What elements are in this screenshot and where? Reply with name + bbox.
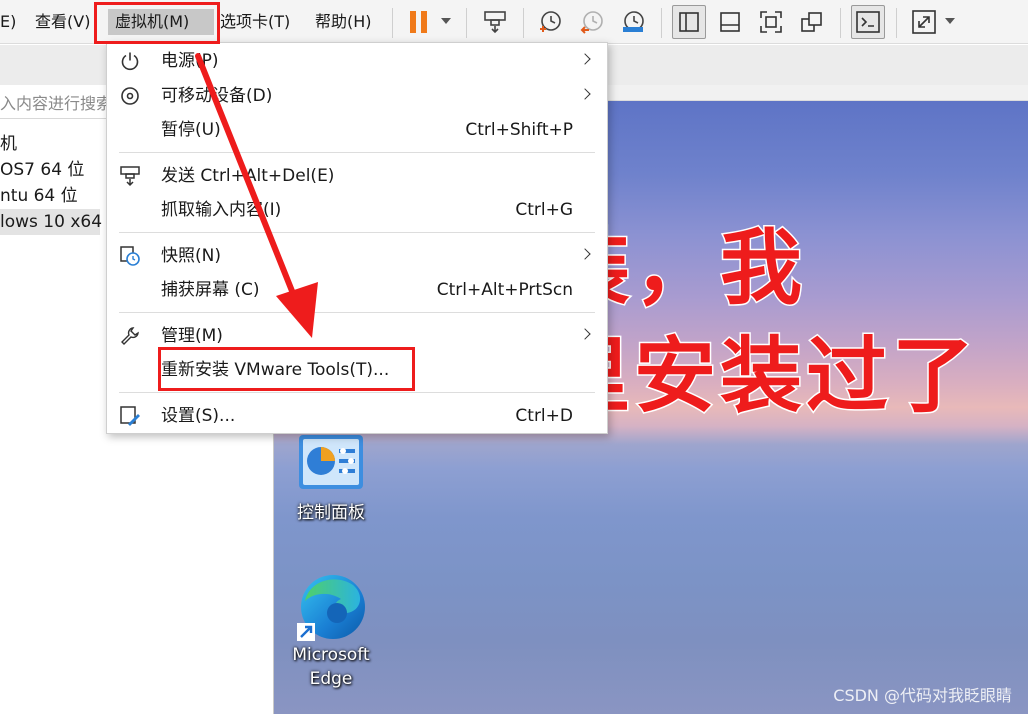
library-item-centos7[interactable]: OS7 64 位: [0, 157, 84, 183]
menu-separator: [119, 312, 595, 313]
menu-item-shortcut: Ctrl+Alt+PrtScn: [436, 280, 573, 300]
menu-item-send-ctrl-alt-del[interactable]: 发送 Ctrl+Alt+Del(E): [107, 160, 607, 192]
chevron-right-icon: [579, 248, 591, 260]
menu-item-power[interactable]: 电源(P): [107, 45, 607, 77]
console-view-icon[interactable]: [851, 5, 885, 39]
menu-item-label: 捕获屏幕 (C): [161, 280, 260, 300]
snapshot-revert-icon[interactable]: [575, 5, 609, 39]
menu-view[interactable]: 查看(V): [35, 9, 90, 35]
pause-icon[interactable]: [402, 5, 436, 39]
menu-item-shortcut: Ctrl+Shift+P: [465, 120, 573, 140]
settings-icon: [119, 405, 141, 427]
menu-item-label: 抓取输入内容(I): [161, 200, 282, 220]
library-view-icon[interactable]: [672, 5, 706, 39]
send-keys-icon: [119, 165, 141, 187]
menu-item-label: 发送 Ctrl+Alt+Del(E): [161, 166, 335, 186]
wrench-icon: [119, 325, 141, 347]
fullscreen-icon[interactable]: [754, 5, 788, 39]
menu-item-shortcut: Ctrl+D: [515, 406, 573, 426]
menu-item-snapshot[interactable]: 快照(N): [107, 240, 607, 272]
menu-item-label: 可移动设备(D): [161, 86, 273, 106]
desktop-icon-edge[interactable]: Microsoft Edge: [281, 571, 381, 691]
menu-item-settings[interactable]: 设置(S)... Ctrl+D: [107, 400, 607, 432]
power-icon: [119, 50, 141, 72]
menu-item-label: 电源(P): [161, 51, 219, 71]
chevron-right-icon: [579, 328, 591, 340]
menu-item-shortcut: Ctrl+G: [515, 200, 573, 220]
menu-item-grab-input[interactable]: 抓取输入内容(I) Ctrl+G: [107, 194, 607, 226]
library-item-ubuntu[interactable]: ntu 64 位: [0, 183, 78, 209]
annotation-highlight-reinstall: [158, 347, 415, 391]
menu-help[interactable]: 帮助(H): [315, 9, 372, 35]
snapshot-icon: [119, 245, 141, 267]
send-keys-icon[interactable]: [478, 5, 512, 39]
library-item-my-computer[interactable]: 机: [0, 131, 17, 157]
menu-item-label: 暂停(U): [161, 120, 221, 140]
library-item-windows10[interactable]: lows 10 x64: [0, 209, 102, 235]
desktop-icon-label: 控制面板: [297, 503, 365, 523]
edge-icon: [295, 571, 367, 643]
desktop-icon-label: Microsoft Edge: [292, 645, 370, 689]
menu-separator: [119, 232, 595, 233]
menu-separator: [119, 392, 595, 393]
chevron-right-icon: [579, 88, 591, 100]
control-panel-icon: [295, 429, 367, 501]
menu-item-removable-devices[interactable]: 可移动设备(D): [107, 80, 607, 112]
menu-item-pause[interactable]: 暂停(U) Ctrl+Shift+P: [107, 114, 607, 146]
chevron-down-icon[interactable]: [945, 18, 955, 24]
menu-item-label: 快照(N): [161, 246, 221, 266]
watermark: CSDN @代码对我眨眼睛: [833, 686, 1012, 705]
stretch-guest-icon[interactable]: [907, 5, 941, 39]
menu-item-capture-screen[interactable]: 捕获屏幕 (C) Ctrl+Alt+PrtScn: [107, 274, 607, 306]
desktop-icon-control-panel[interactable]: 控制面板: [281, 429, 381, 525]
thumbnail-bar-icon[interactable]: [713, 5, 747, 39]
chevron-right-icon: [579, 53, 591, 65]
menu-edit[interactable]: E): [0, 9, 16, 35]
disc-icon: [119, 85, 141, 107]
unity-mode-icon[interactable]: [795, 5, 829, 39]
snapshot-take-icon[interactable]: [533, 5, 567, 39]
annotation-highlight-vm-menu: [94, 2, 220, 44]
menu-tabs[interactable]: 选项卡(T): [220, 9, 290, 35]
chevron-down-icon[interactable]: [441, 18, 451, 24]
snapshot-manager-icon[interactable]: [616, 5, 650, 39]
menu-separator: [119, 152, 595, 153]
menu-item-label: 设置(S)...: [161, 406, 236, 426]
